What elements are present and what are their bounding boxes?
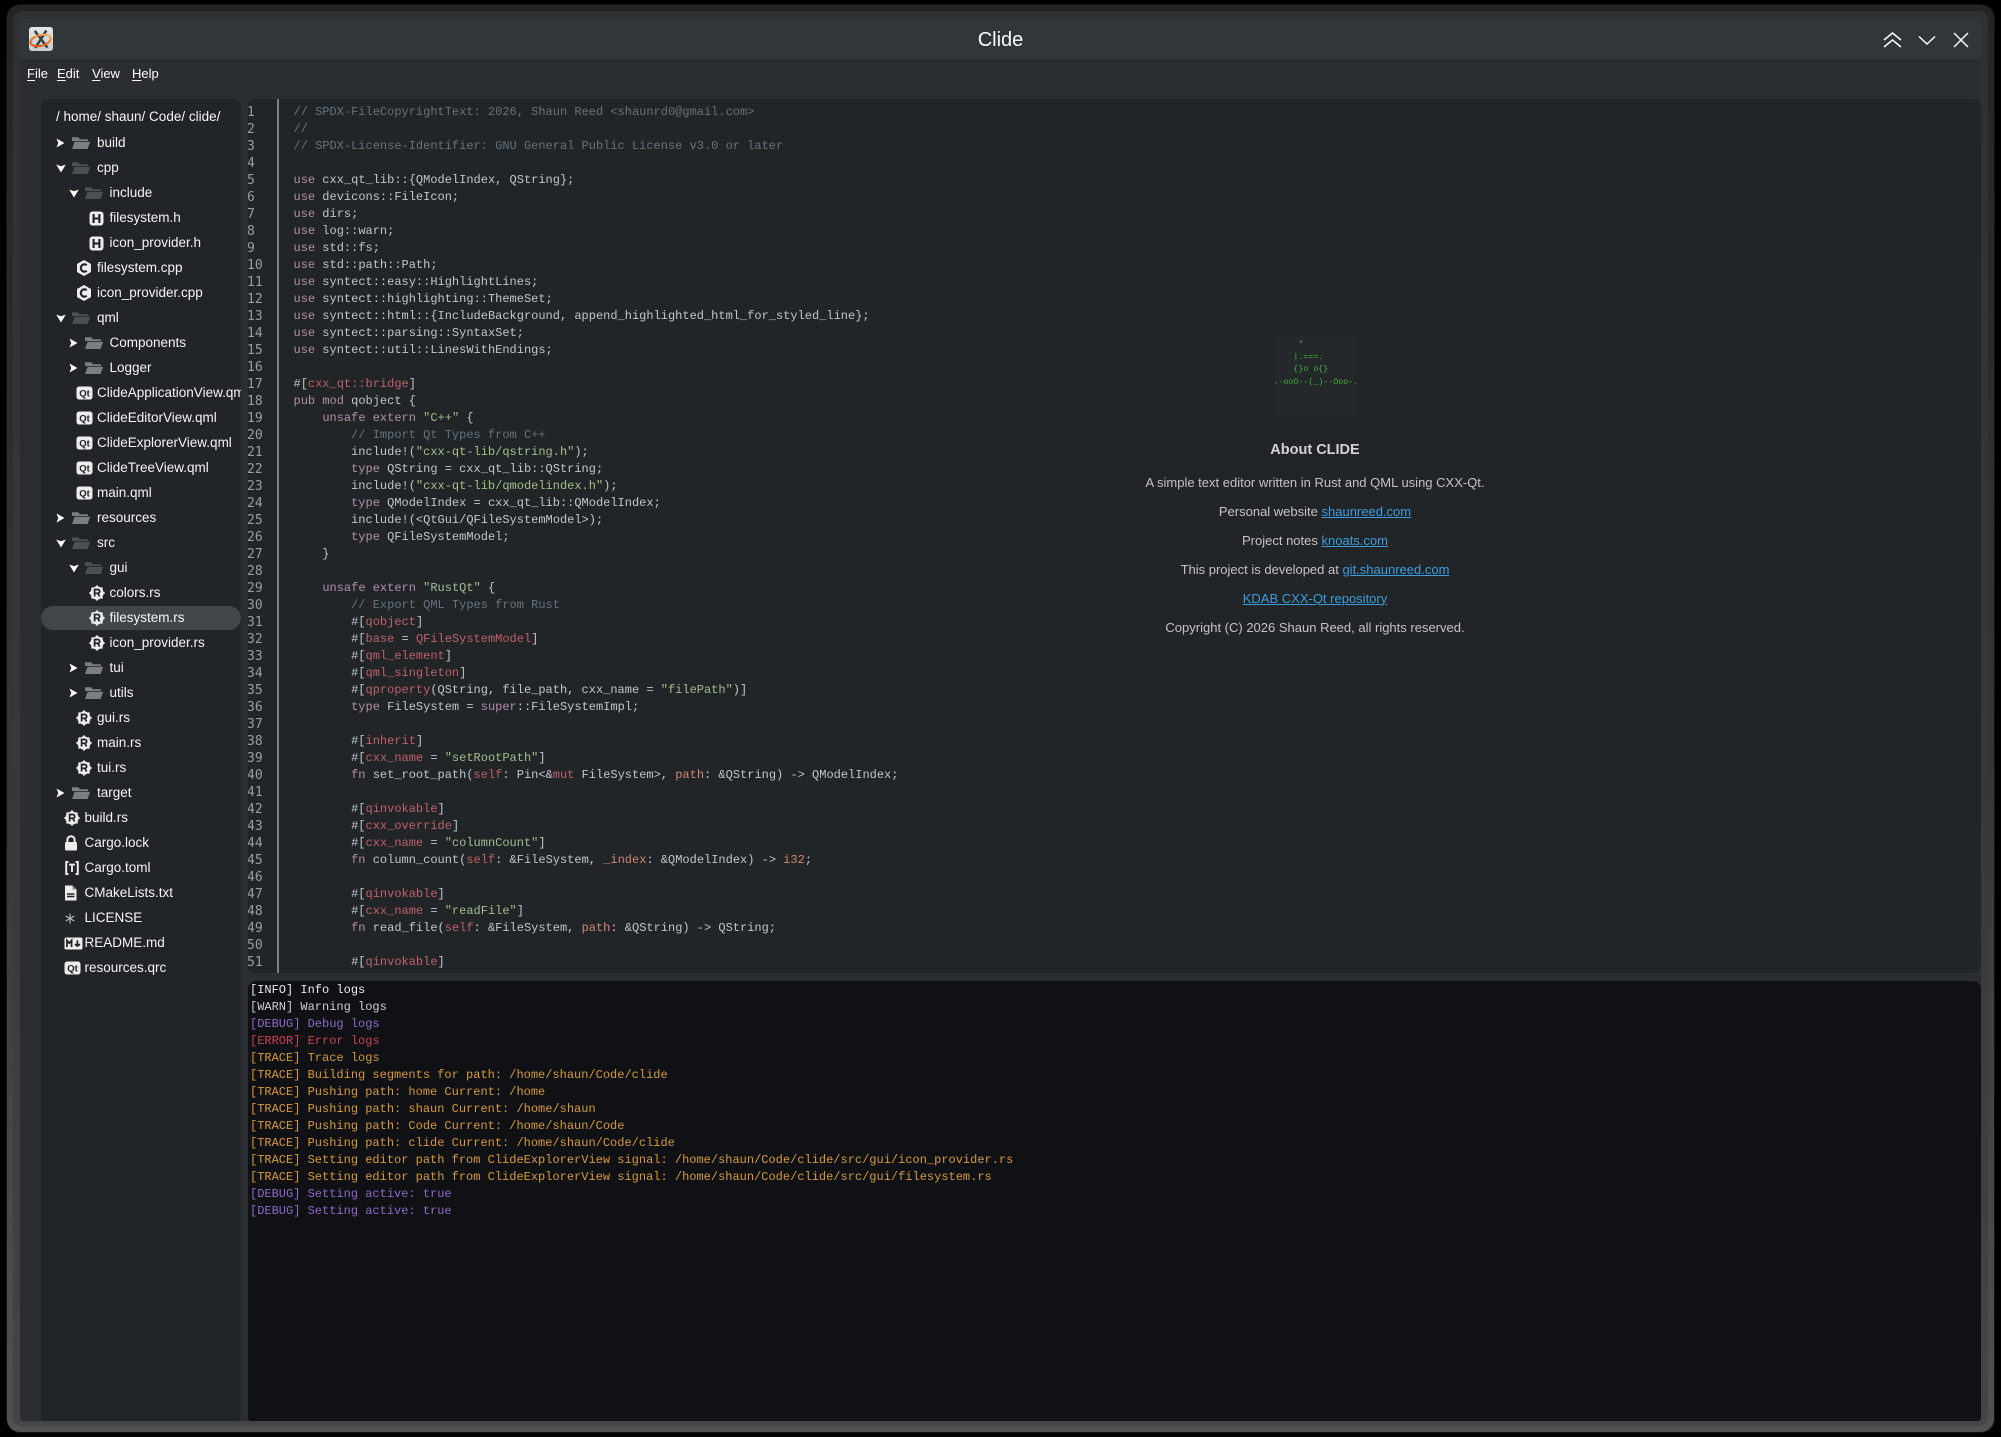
svg-text:Qt: Qt bbox=[79, 388, 90, 399]
svg-text:Qt: Qt bbox=[79, 438, 90, 449]
svg-text:Qt: Qt bbox=[67, 963, 78, 974]
svg-text:Qt: Qt bbox=[79, 488, 90, 499]
svg-text:Qt: Qt bbox=[79, 413, 90, 424]
svg-text:Qt: Qt bbox=[79, 463, 90, 474]
